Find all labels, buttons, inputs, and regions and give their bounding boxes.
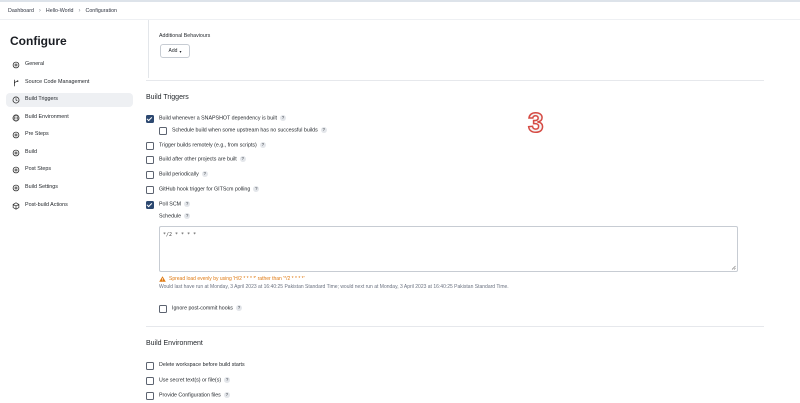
checkbox-poll-scm[interactable]	[146, 201, 154, 209]
schedule-label-text: Schedule	[159, 213, 182, 220]
breadcrumb-hello-world[interactable]: Hello-World	[46, 8, 74, 14]
option-label: Build periodically	[159, 171, 199, 178]
sidebar-item-pre-steps[interactable]: Pre Steps	[6, 128, 133, 142]
checkbox-delete-workspace[interactable]	[146, 362, 154, 370]
chevron-right-icon: ›	[38, 8, 41, 14]
gear-icon	[12, 149, 20, 157]
section-divider	[146, 326, 764, 327]
additional-behaviours-label: Additional Behaviours	[159, 33, 211, 39]
sidebar-item-label: Build	[25, 149, 37, 155]
option-label: Build whenever a SNAPSHOT dependency is …	[159, 115, 277, 122]
option-label: Use secret text(s) or file(s)	[159, 377, 222, 384]
option-trigger-remotely: Trigger builds remotely (e.g., from scri…	[159, 142, 266, 148]
option-upstream-no-success: Schedule build when some upstream has no…	[172, 127, 327, 133]
option-label: Provide Configuration files	[159, 392, 221, 399]
gear-icon	[12, 166, 20, 174]
sidebar-item-general[interactable]: General	[6, 58, 133, 72]
warning-icon	[159, 276, 166, 282]
checkbox-build-after-other[interactable]	[146, 156, 154, 164]
option-label: Schedule build when some upstream has no…	[172, 127, 318, 134]
help-icon[interactable]: ?	[239, 156, 246, 162]
globe-icon	[12, 114, 20, 122]
sidebar-item-label: Source Code Management	[25, 79, 90, 85]
checkbox-github-hook[interactable]	[146, 186, 154, 194]
gear-icon	[12, 61, 20, 69]
annotation-number: 3	[527, 106, 544, 139]
sidebar-item-label: Post-build Actions	[25, 202, 68, 208]
build-environment-title: Build Environment	[146, 340, 203, 347]
build-triggers-title: Build Triggers	[146, 94, 189, 101]
sidebar-item-label: Build Environment	[25, 114, 69, 120]
option-label: Trigger builds remotely (e.g., from scri…	[159, 142, 257, 149]
help-icon[interactable]: ?	[320, 127, 327, 133]
help-icon[interactable]: ?	[184, 213, 191, 219]
help-icon[interactable]: ?	[223, 392, 230, 398]
help-icon[interactable]: ?	[224, 377, 231, 383]
option-label: Ignore post-commit hooks	[172, 305, 233, 312]
breadcrumb-configuration[interactable]: Configuration	[86, 8, 118, 14]
option-build-after-other: Build after other projects are built?	[159, 156, 246, 162]
resize-handle-icon[interactable]	[731, 265, 736, 270]
add-button-label: Add	[168, 48, 178, 54]
option-snapshot-dependency: Build whenever a SNAPSHOT dependency is …	[159, 115, 286, 121]
checkbox-trigger-remotely[interactable]	[146, 142, 154, 150]
checkbox-upstream-no-success[interactable]	[159, 127, 167, 135]
top-border	[0, 0, 800, 2]
checkbox-config-files[interactable]	[146, 392, 154, 400]
option-label: Delete workspace before build starts	[159, 362, 245, 368]
help-icon[interactable]: ?	[184, 201, 191, 207]
sidebar-item-label: Build Triggers	[25, 96, 58, 102]
sidebar-title: Configure	[10, 34, 67, 48]
option-config-files: Provide Configuration files?	[159, 392, 230, 398]
chevron-right-icon: ›	[78, 8, 81, 14]
option-delete-workspace: Delete workspace before build starts	[159, 362, 245, 368]
gear-icon	[12, 131, 20, 139]
option-label: GitHub hook trigger for GITScm polling	[159, 186, 251, 193]
sidebar-item-label: Pre Steps	[25, 131, 49, 137]
sidebar-item-label: Build Settings	[25, 184, 58, 190]
help-icon[interactable]: ?	[253, 186, 260, 192]
clock-icon	[12, 96, 20, 104]
gear-icon	[12, 184, 20, 192]
option-build-periodically: Build periodically?	[159, 171, 208, 177]
schedule-label: Schedule?	[159, 213, 191, 220]
option-ignore-post-commit: Ignore post-commit hooks?	[172, 305, 242, 311]
sidebar-item-build-settings[interactable]: Build Settings	[6, 181, 133, 195]
schedule-textarea[interactable]: */2 * * * *	[159, 226, 738, 272]
branch-icon	[14, 79, 19, 87]
sidebar-item-build-environment[interactable]: Build Environment	[6, 111, 133, 125]
option-label: Poll SCM	[159, 201, 182, 208]
help-icon[interactable]: ?	[279, 115, 286, 121]
sidebar: Configure General Source Code Management…	[0, 20, 140, 403]
checkbox-ignore-post-commit[interactable]	[159, 305, 167, 313]
option-secret-text: Use secret text(s) or file(s)?	[159, 377, 231, 384]
option-poll-scm: Poll SCM?	[159, 201, 191, 208]
sidebar-item-build-triggers[interactable]: Build Triggers	[6, 93, 133, 107]
option-label: Build after other projects are built	[159, 156, 237, 163]
sidebar-item-post-steps[interactable]: Post Steps	[6, 163, 133, 177]
schedule-warning: Spread load evenly by using 'H/2 * * * *…	[159, 276, 305, 282]
checkbox-snapshot-dependency[interactable]	[146, 115, 154, 123]
warning-text: Spread load evenly by using 'H/2 * * * *…	[169, 276, 305, 282]
help-icon[interactable]: ?	[201, 171, 208, 177]
section-divider	[146, 80, 764, 81]
breadcrumb: Dashboard › Hello-World › Configuration	[8, 6, 117, 16]
sidebar-item-label: General	[25, 61, 45, 67]
sidebar-item-post-build-actions[interactable]: Post-build Actions	[6, 199, 133, 213]
checkbox-secret-text[interactable]	[146, 377, 154, 385]
add-behaviour-button[interactable]: Add ▾	[160, 44, 190, 58]
sidebar-item-build[interactable]: Build	[6, 146, 133, 160]
sidebar-item-label: Post Steps	[25, 166, 52, 172]
option-github-hook: GitHub hook trigger for GITScm polling?	[159, 186, 260, 193]
chevron-down-icon: ▾	[179, 48, 182, 54]
help-icon[interactable]: ?	[259, 142, 266, 148]
cube-icon	[12, 202, 20, 210]
schedule-note: Would last have run at Monday, 3 April 2…	[159, 284, 509, 290]
help-icon[interactable]: ?	[235, 305, 242, 311]
checkbox-build-periodically[interactable]	[146, 171, 154, 179]
section-indent-line	[148, 20, 149, 78]
sidebar-item-source-code-management[interactable]: Source Code Management	[6, 76, 133, 90]
schedule-value: */2 * * * *	[163, 232, 197, 238]
breadcrumb-dashboard[interactable]: Dashboard	[8, 8, 34, 14]
